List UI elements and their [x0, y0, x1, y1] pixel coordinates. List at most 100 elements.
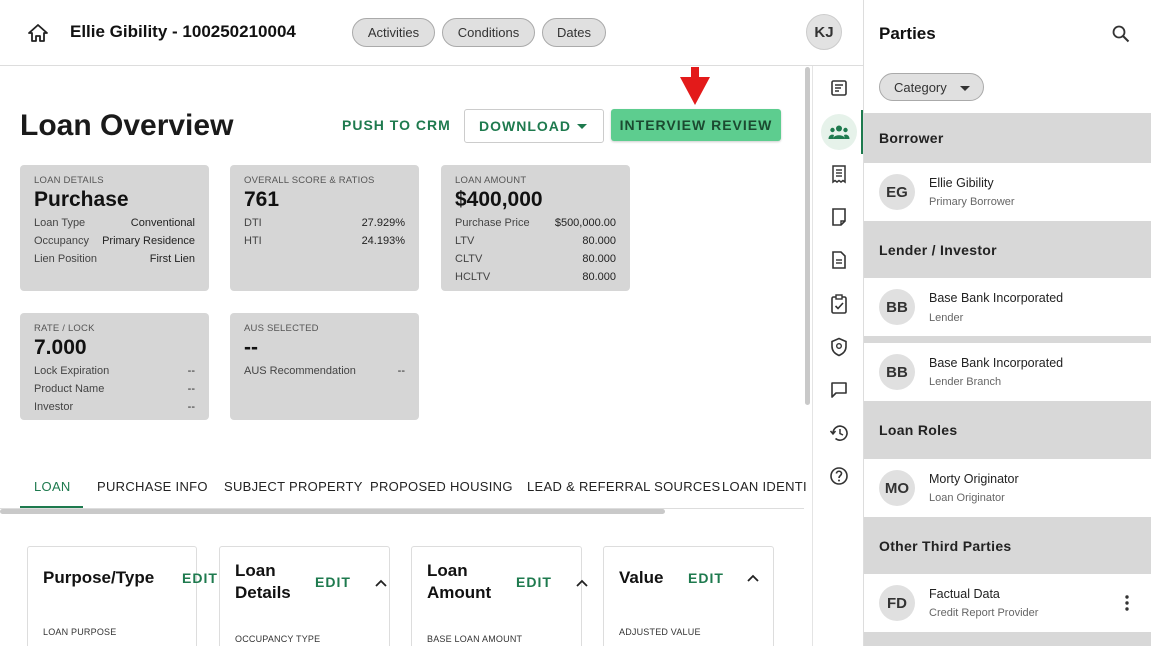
divider [864, 632, 1151, 646]
section-title: Purpose/Type [43, 568, 155, 587]
row-label: Purchase Price [455, 217, 530, 229]
row-label: DTI [244, 217, 262, 229]
row-value: 80.000 [582, 253, 616, 265]
chip-dates[interactable]: Dates [542, 18, 606, 47]
chip-conditions[interactable]: Conditions [442, 18, 535, 47]
card-row: Purchase Price $500,000.00 [455, 216, 616, 230]
category-filter[interactable]: Category [879, 73, 984, 101]
row-value: -- [187, 383, 195, 395]
row-value: Conventional [130, 217, 195, 229]
row-value: 80.000 [582, 271, 616, 283]
card-row: HCLTV 80.000 [455, 270, 616, 284]
tab-loan[interactable]: LOAN [34, 479, 71, 494]
card-score-ratios[interactable]: OVERALL SCORE & RATIOS 761 DTI 27.929% HT… [230, 165, 419, 291]
avatar: MO [879, 470, 915, 506]
group-header-lender: Lender / Investor [864, 221, 1151, 278]
push-to-crm-button[interactable]: PUSH TO CRM [342, 117, 451, 133]
user-avatar[interactable]: KJ [806, 14, 842, 50]
card-value: 7.000 [34, 336, 87, 359]
clipboard-check-icon[interactable] [827, 292, 851, 316]
row-value: First Lien [149, 253, 195, 265]
section-purpose-type: Purpose/Type EDIT LOAN PURPOSE [27, 546, 217, 646]
card-rate-lock[interactable]: RATE / LOCK 7.000 Lock Expiration -- Prod… [20, 313, 209, 420]
card-row: Product Name -- [34, 382, 195, 396]
party-item[interactable]: FD Factual Data Credit Report Provider [864, 574, 1151, 632]
summary-icon[interactable] [827, 76, 851, 100]
party-item[interactable]: BB Base Bank Incorporated Lender Branch [864, 343, 1151, 401]
document-icon[interactable] [827, 248, 851, 272]
title-line: Loan [427, 561, 468, 580]
card-value: $400,000 [455, 188, 543, 211]
tab-purchase-info[interactable]: PURCHASE INFO [97, 479, 208, 494]
section-title: Loan Details [235, 560, 291, 604]
section-loan-details: Loan Details EDIT OCCUPANCY TYPE [219, 546, 390, 646]
help-icon[interactable] [827, 464, 851, 488]
card-caption: AUS SELECTED [244, 323, 319, 334]
history-icon[interactable] [827, 421, 851, 445]
caret-down-icon [577, 124, 587, 129]
interview-review-button[interactable]: INTERVIEW REVIEW [611, 109, 781, 141]
card-loan-details[interactable]: LOAN DETAILS Purchase Loan Type Conventio… [20, 165, 209, 291]
row-label: HTI [244, 235, 262, 247]
row-label: Lock Expiration [34, 365, 110, 377]
row-value: -- [187, 365, 195, 377]
group-header-borrower: Borrower [864, 113, 1151, 163]
search-icon[interactable] [1111, 24, 1131, 44]
horizontal-scrollbar[interactable] [0, 509, 665, 514]
chevron-up-icon[interactable] [575, 578, 589, 588]
avatar: BB [879, 289, 915, 325]
download-button[interactable]: DOWNLOAD [464, 109, 604, 143]
title-line: Amount [427, 583, 492, 602]
party-role: Lender Branch [929, 376, 1002, 388]
tab-proposed-housing[interactable]: PROPOSED HOUSING [370, 479, 513, 494]
group-header-other-third-parties: Other Third Parties [864, 517, 1151, 574]
section-title: Value [619, 568, 664, 587]
edit-button[interactable]: EDIT [315, 574, 351, 590]
shield-icon[interactable] [827, 335, 851, 359]
receipt-icon[interactable] [827, 162, 851, 186]
page-title: Loan Overview [20, 109, 234, 142]
party-item[interactable]: BB Base Bank Incorporated Lender [864, 278, 1151, 336]
row-label: Lien Position [34, 253, 97, 265]
red-arrow-icon [680, 67, 710, 105]
party-item[interactable]: EG Ellie Gibility Primary Borrower [864, 163, 1151, 221]
card-aus-selected[interactable]: AUS SELECTED -- AUS Recommendation -- [230, 313, 419, 420]
card-row: Lock Expiration -- [34, 364, 195, 378]
row-value: -- [397, 365, 405, 377]
chip-activities[interactable]: Activities [352, 18, 435, 47]
home-icon[interactable] [26, 22, 50, 44]
card-row: Lien Position First Lien [34, 252, 195, 266]
edit-button[interactable]: EDIT [516, 574, 552, 590]
card-caption: OVERALL SCORE & RATIOS [244, 175, 375, 186]
chevron-up-icon[interactable] [374, 578, 388, 588]
main-content: Loan Overview PUSH TO CRM DOWNLOAD INTER… [0, 67, 812, 646]
active-tab-indicator [20, 506, 83, 508]
row-label: Occupancy [34, 235, 90, 247]
tab-subject-property[interactable]: SUBJECT PROPERTY [224, 479, 363, 494]
row-label: AUS Recommendation [244, 365, 356, 377]
card-row: LTV 80.000 [455, 234, 616, 248]
party-role: Primary Borrower [929, 196, 1015, 208]
card-row: CLTV 80.000 [455, 252, 616, 266]
chevron-up-icon[interactable] [746, 573, 760, 583]
chat-icon[interactable] [827, 378, 851, 402]
party-item[interactable]: MO Morty Originator Loan Originator [864, 459, 1151, 517]
document-corner-icon[interactable] [827, 205, 851, 229]
edit-button[interactable]: EDIT [182, 570, 218, 586]
card-caption: LOAN DETAILS [34, 175, 104, 186]
tab-loan-identifiers[interactable]: LOAN IDENTI [722, 479, 807, 494]
people-icon[interactable] [827, 120, 851, 144]
download-label: DOWNLOAD [479, 118, 571, 134]
party-name: Ellie Gibility [929, 176, 994, 190]
row-label: Product Name [34, 383, 105, 395]
caret-down-icon [960, 86, 970, 91]
more-options-icon[interactable] [1122, 594, 1132, 612]
row-label: HCLTV [455, 271, 491, 283]
edit-button[interactable]: EDIT [688, 570, 724, 586]
tool-rail [812, 66, 864, 646]
tab-lead-referral-sources[interactable]: LEAD & REFERRAL SOURCES [527, 479, 721, 494]
row-value: $500,000.00 [554, 217, 616, 229]
vertical-scrollbar[interactable] [805, 67, 810, 405]
card-loan-amount[interactable]: LOAN AMOUNT $400,000 Purchase Price $500,… [441, 165, 630, 291]
card-value: -- [244, 336, 258, 359]
